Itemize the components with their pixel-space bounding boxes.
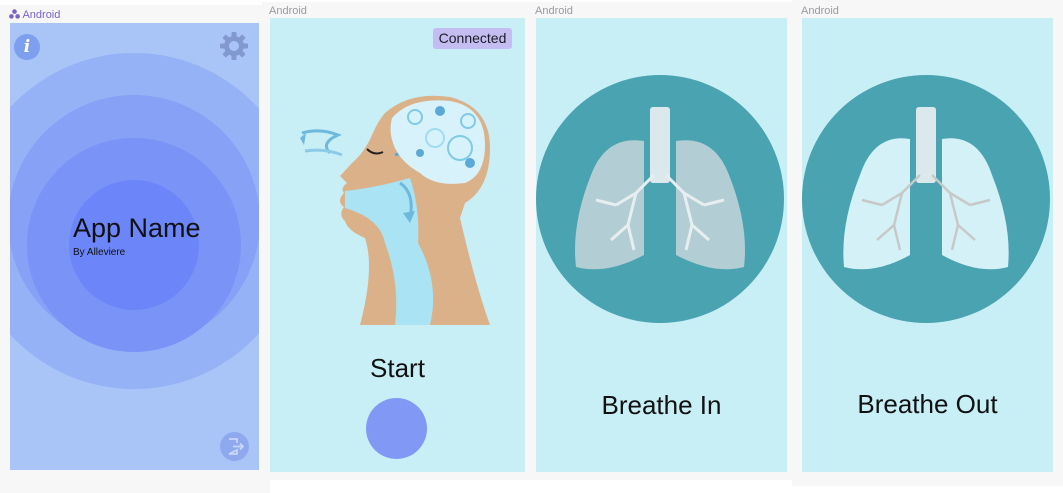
inflated-lungs-illustration <box>536 75 784 323</box>
app-title: App Name <box>73 213 201 243</box>
ring-4 <box>69 180 199 310</box>
info-icon[interactable]: i <box>14 34 40 60</box>
android-icon <box>9 9 20 19</box>
breathe-in-screen: Breathe In <box>536 18 787 472</box>
connection-status-badge: Connected <box>433 28 512 49</box>
frame-label-4: Android <box>801 5 839 17</box>
frame-label-2: Android <box>269 5 307 17</box>
breathe-in-label: Breathe In <box>601 390 722 420</box>
start-button[interactable] <box>366 398 427 459</box>
home-screen: App Name By Alleviere i <box>10 23 259 470</box>
breathing-head-illustration <box>300 95 490 325</box>
breathe-out-screen: Breathe Out <box>802 18 1053 472</box>
exit-icon[interactable] <box>220 432 249 461</box>
start-screen: Connected Start <box>270 18 525 472</box>
frame-label-text-1: Android <box>22 9 61 21</box>
frame-label-3: Android <box>535 5 573 17</box>
app-byline: By Alleviere <box>73 247 126 258</box>
deflated-lungs-illustration <box>802 75 1050 323</box>
breathe-out-label: Breathe Out <box>857 389 998 419</box>
gear-icon[interactable] <box>219 31 249 61</box>
frame-label-1: Android <box>9 9 60 21</box>
start-label: Start <box>370 353 425 383</box>
